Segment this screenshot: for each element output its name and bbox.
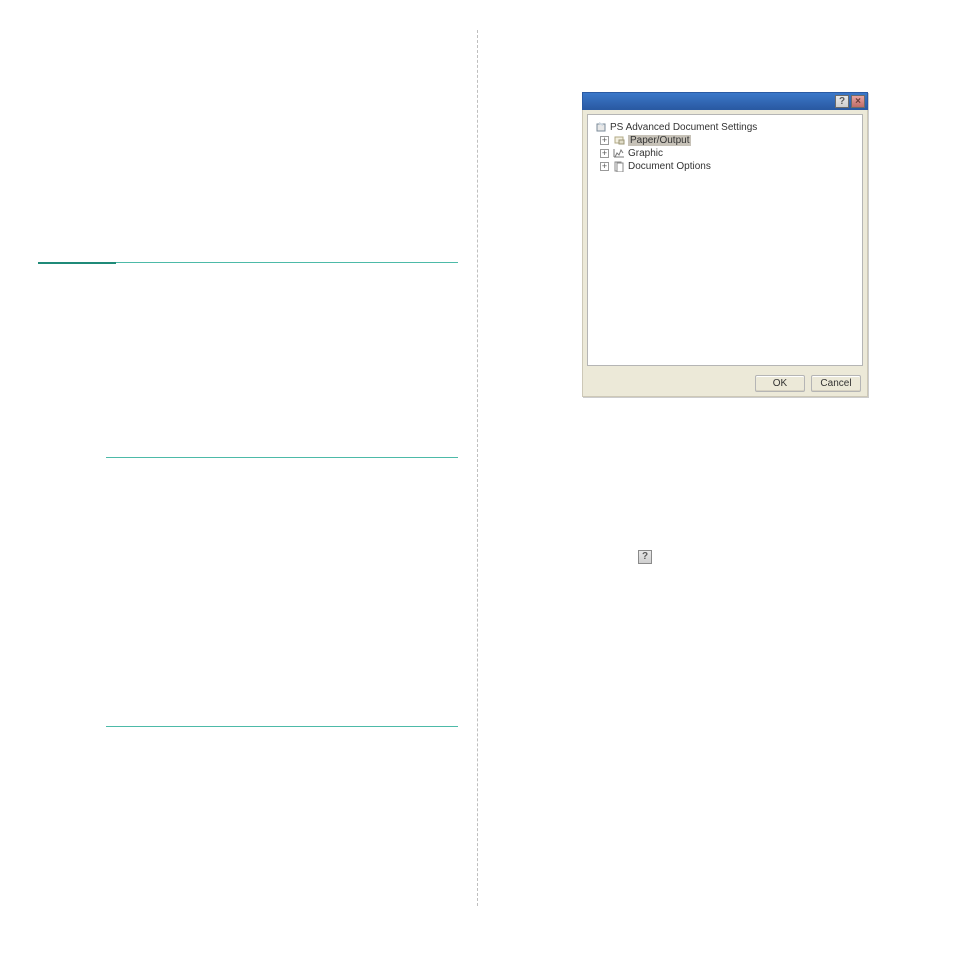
paper-output-icon [612, 135, 625, 146]
dialog-footer: OK Cancel [582, 370, 868, 397]
dialog-body: PS Advanced Document Settings + Paper/Ou… [582, 110, 868, 370]
tree-item-paper-output[interactable]: Paper/Output [628, 135, 691, 146]
tree-item-graphic[interactable]: Graphic [628, 148, 663, 159]
tree-item-document-options[interactable]: Document Options [628, 161, 711, 172]
subsection-rule [106, 726, 458, 727]
ok-button[interactable]: OK [755, 375, 805, 392]
expander-icon[interactable]: + [600, 162, 609, 171]
close-icon[interactable]: × [851, 95, 865, 108]
left-column [38, 30, 458, 910]
help-icon: ? [638, 550, 652, 564]
section-rule-accent [38, 262, 116, 264]
cancel-button[interactable]: Cancel [811, 375, 861, 392]
dialog-titlebar[interactable]: ? × [582, 92, 868, 110]
tree-root-label: PS Advanced Document Settings [610, 122, 757, 133]
advanced-settings-dialog: ? × PS Advanced Document Settings + [582, 92, 868, 397]
expander-icon[interactable]: + [600, 136, 609, 145]
settings-tree[interactable]: PS Advanced Document Settings + Paper/Ou… [587, 114, 863, 366]
graphic-icon [612, 148, 625, 159]
document-options-icon [612, 161, 625, 172]
column-divider [477, 30, 478, 906]
settings-icon [594, 122, 607, 133]
subsection-rule [106, 457, 458, 458]
expander-icon[interactable]: + [600, 149, 609, 158]
help-icon[interactable]: ? [835, 95, 849, 108]
